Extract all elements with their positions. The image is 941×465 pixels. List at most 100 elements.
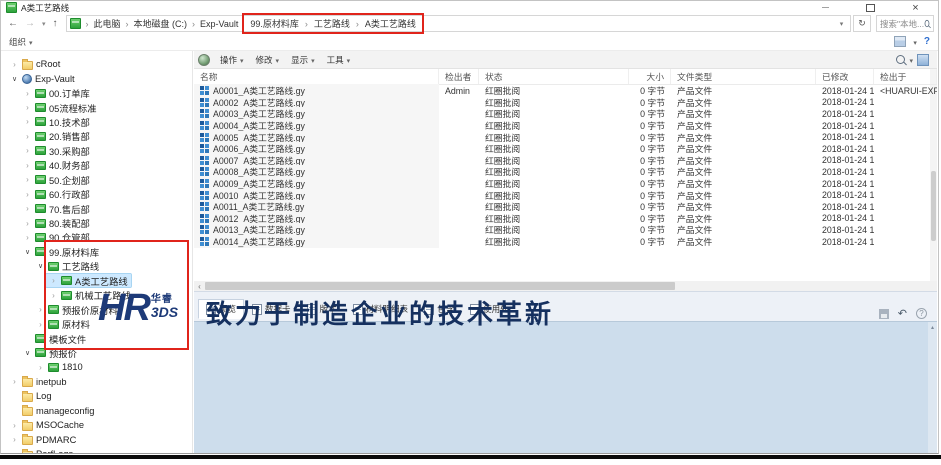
folder-icon — [22, 378, 33, 387]
column-header[interactable]: 检出者 — [439, 69, 479, 84]
expand-arrow-icon[interactable] — [23, 146, 32, 155]
pdm-menu[interactable]: 修改 — [250, 54, 286, 66]
tree-item[interactable]: 30.采购部 — [1, 144, 192, 158]
tree-item[interactable]: PerfLogs — [1, 447, 192, 453]
file-modified: 2018-01-24 1... — [816, 167, 874, 177]
expand-arrow-icon[interactable] — [23, 103, 32, 112]
file-row[interactable]: A0004_A类工艺路线.gy 红圈批阅 0 字节 产品文件 2018-01-2… — [194, 120, 937, 132]
scroll-up-icon[interactable]: ▴ — [928, 322, 937, 331]
vault-search-icon[interactable] — [917, 54, 929, 66]
view-dropdown-icon[interactable] — [913, 37, 917, 47]
expand-arrow-icon[interactable] — [23, 161, 32, 170]
expand-arrow-icon[interactable] — [36, 363, 45, 372]
file-row[interactable]: A0014_A类工艺路线.gy 红圈批阅 0 字节 产品文件 2018-01-2… — [194, 236, 937, 248]
tree-item[interactable]: Exp-Vault — [1, 71, 192, 85]
breadcrumb-segment[interactable]: Exp-Vault — [187, 19, 238, 29]
scroll-left-icon[interactable]: ‹ — [194, 282, 205, 291]
organize-menu[interactable]: 组织 — [9, 36, 33, 48]
preview-scrollbar[interactable]: ▴ — [928, 322, 937, 453]
tree-item[interactable]: 40.财务部 — [1, 158, 192, 172]
change-view-icon[interactable] — [894, 36, 906, 47]
recent-locations-icon[interactable]: ▾ — [42, 20, 46, 28]
tree-item[interactable]: 1810 — [1, 360, 192, 374]
tree-item[interactable]: Log — [1, 389, 192, 403]
expand-arrow-icon[interactable] — [23, 247, 32, 257]
breadcrumb-segment[interactable]: A类工艺路线 — [350, 17, 416, 30]
help-circle-icon[interactable]: ? — [916, 308, 927, 319]
expand-arrow-icon[interactable] — [23, 117, 32, 126]
pdm-menu[interactable]: 工具 — [321, 54, 357, 66]
undo-icon[interactable]: ↶ — [898, 309, 907, 319]
tree-item[interactable]: 80.装配部 — [1, 216, 192, 230]
tree-item[interactable]: 50.企划部 — [1, 173, 192, 187]
tree-item[interactable]: manageconfig — [1, 404, 192, 418]
expand-arrow-icon[interactable] — [23, 348, 32, 358]
tree-item[interactable]: inetpub — [1, 375, 192, 389]
file-row[interactable]: A0003_A类工艺路线.gy 红圈批阅 0 字节 产品文件 2018-01-2… — [194, 108, 937, 120]
expand-arrow-icon[interactable] — [23, 190, 32, 199]
pdm-menu[interactable]: 操作 — [214, 54, 250, 66]
tree-item[interactable]: 05流程标准 — [1, 100, 192, 114]
expand-arrow-icon[interactable] — [23, 132, 32, 141]
search-dropdown-icon[interactable] — [909, 55, 913, 65]
file-row[interactable]: A0002_A类工艺路线.gy 红圈批阅 0 字节 产品文件 2018-01-2… — [194, 97, 937, 109]
column-header[interactable]: 状态 — [479, 69, 629, 84]
file-row[interactable]: A0001_A类工艺路线.gy Admin 红圈批阅 0 字节 产品文件 201… — [194, 85, 937, 97]
refresh-icon[interactable]: ↻ — [853, 15, 871, 32]
file-row[interactable]: A0006_A类工艺路线.gy 红圈批阅 0 字节 产品文件 2018-01-2… — [194, 143, 937, 155]
forward-icon[interactable]: → — [25, 18, 35, 29]
expand-arrow-icon[interactable] — [23, 175, 32, 184]
help-icon[interactable]: ? — [924, 36, 930, 47]
column-header[interactable]: 已修改 — [816, 69, 874, 84]
expand-arrow-icon[interactable] — [10, 377, 19, 386]
horizontal-scrollbar[interactable]: ‹ — [194, 281, 937, 291]
tree-item[interactable]: 20.销售部 — [1, 129, 192, 143]
expand-arrow-icon[interactable] — [23, 89, 32, 98]
column-header[interactable]: 名称 — [194, 69, 439, 84]
expand-arrow-icon[interactable] — [10, 60, 19, 69]
window-controls — [803, 1, 938, 14]
tree-item[interactable]: 00.订单库 — [1, 86, 192, 100]
file-row[interactable]: A0012_A类工艺路线.gy 红圈批阅 0 字节 产品文件 2018-01-2… — [194, 213, 937, 225]
file-modified: 2018-01-24 1... — [816, 190, 874, 200]
tree-item[interactable]: cRoot — [1, 57, 192, 71]
expand-arrow-icon[interactable] — [23, 204, 32, 213]
column-header[interactable]: 文件类型 — [671, 69, 816, 84]
address-dropdown-icon[interactable]: ▾ — [835, 20, 848, 28]
horizontal-scrollbar-thumb[interactable] — [205, 282, 675, 290]
search-tool-icon[interactable] — [896, 55, 905, 64]
breadcrumb-segment[interactable]: 99.原材料库 — [250, 17, 299, 30]
tree-item[interactable]: PDMARC — [1, 432, 192, 446]
pdm-menu[interactable]: 显示 — [285, 54, 321, 66]
file-row[interactable]: A0007_A类工艺路线.gy 红圈批阅 0 字节 产品文件 2018-01-2… — [194, 155, 937, 167]
search-input[interactable]: 搜索"本地... — [876, 15, 934, 32]
file-row[interactable]: A0013_A类工艺路线.gy 红圈批阅 0 字节 产品文件 2018-01-2… — [194, 224, 937, 236]
up-icon[interactable]: ↑ — [53, 18, 58, 29]
close-button[interactable] — [893, 1, 938, 14]
file-row[interactable]: A0011_A类工艺路线.gy 红圈批阅 0 字节 产品文件 2018-01-2… — [194, 201, 937, 213]
expand-arrow-icon[interactable] — [23, 219, 32, 228]
breadcrumb-segment[interactable]: 本地磁盘 (C:) — [121, 17, 188, 30]
file-row[interactable]: A0009_A类工艺路线.gy 红圈批阅 0 字节 产品文件 2018-01-2… — [194, 178, 937, 190]
maximize-button[interactable] — [848, 1, 893, 14]
file-row[interactable]: A0005_A类工艺路线.gy 红圈批阅 0 字节 产品文件 2018-01-2… — [194, 131, 937, 143]
tree-item[interactable]: MSOCache — [1, 418, 192, 432]
expand-arrow-icon[interactable] — [10, 74, 19, 84]
minimize-button[interactable] — [803, 1, 848, 14]
expand-arrow-icon[interactable] — [10, 435, 19, 444]
chevron-down-icon — [347, 55, 351, 65]
tree-item[interactable]: 70.售后部 — [1, 201, 192, 215]
breadcrumb-segment[interactable]: 工艺路线 — [299, 17, 350, 30]
save-icon[interactable] — [879, 309, 889, 319]
back-icon[interactable]: ← — [8, 18, 18, 29]
breadcrumb-segment[interactable]: 此电脑 — [81, 17, 121, 30]
column-header[interactable]: 检出于 — [874, 69, 937, 84]
column-header[interactable]: 大小 — [629, 69, 671, 84]
breadcrumb[interactable]: 此电脑 本地磁盘 (C:) Exp-Vault 99.原材料库 工艺路线 A类工… — [66, 15, 851, 32]
tree-item[interactable]: 10.技术部 — [1, 115, 192, 129]
expand-arrow-icon[interactable] — [23, 233, 32, 242]
tree-item[interactable]: 60.行政部 — [1, 187, 192, 201]
file-row[interactable]: A0010_A类工艺路线.gy 红圈批阅 0 字节 产品文件 2018-01-2… — [194, 189, 937, 201]
file-row[interactable]: A0008_A类工艺路线.gy 红圈批阅 0 字节 产品文件 2018-01-2… — [194, 166, 937, 178]
expand-arrow-icon[interactable] — [10, 421, 19, 430]
